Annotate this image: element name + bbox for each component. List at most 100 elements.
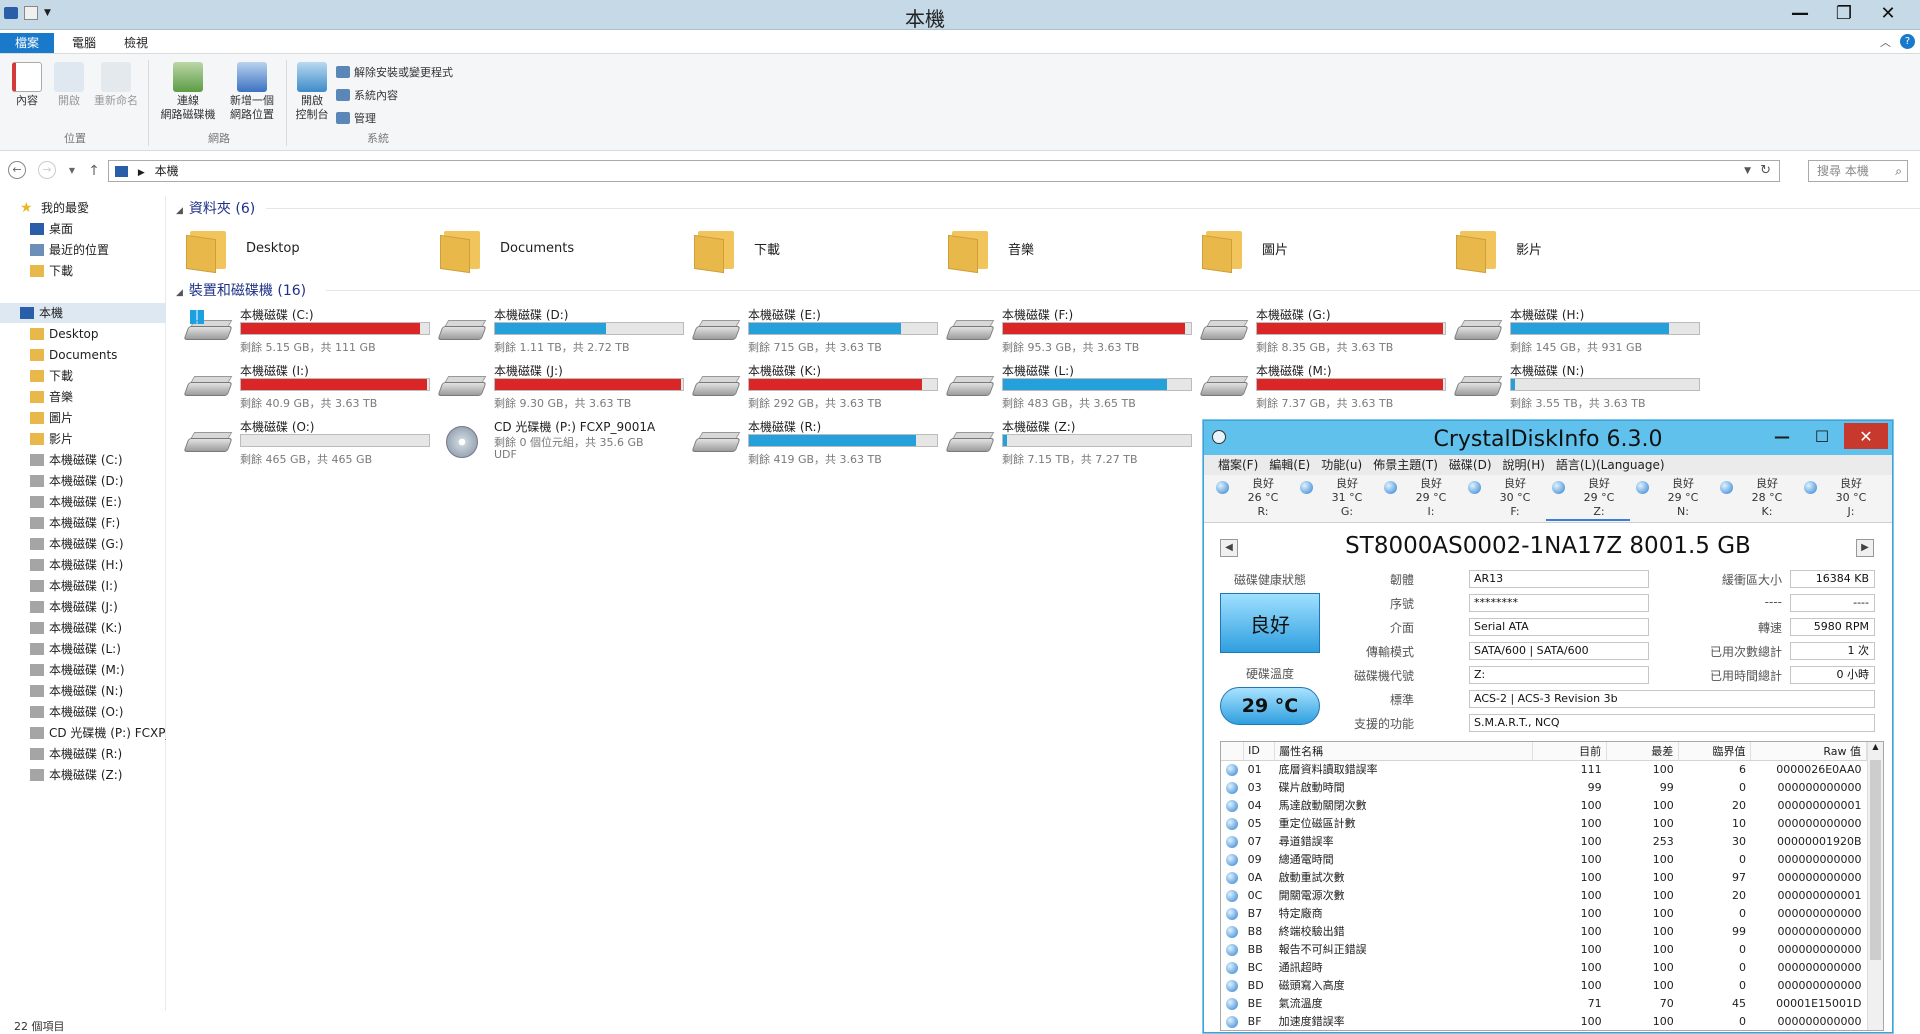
nav-pc-item[interactable]: 本機磁碟 (F:) xyxy=(0,513,166,533)
search-input[interactable]: 搜尋 本機 ⌕ xyxy=(1808,160,1908,182)
smart-scrollbar[interactable]: ▲ xyxy=(1867,742,1883,1030)
nav-pc-item[interactable]: 本機磁碟 (C:) xyxy=(0,450,166,470)
cdi-next-disk-button[interactable]: ▶ xyxy=(1856,539,1874,557)
drive-item[interactable]: 本機磁碟 (N:) 剩餘 3.55 TB，共 3.63 TB xyxy=(1453,362,1704,414)
cdi-disk-button[interactable]: 良好 26 °C R: xyxy=(1210,477,1294,521)
address-dropdown-icon[interactable]: ▼ xyxy=(1744,161,1751,181)
uninstall-programs-button[interactable]: 解除安裝或變更程式 xyxy=(336,64,453,80)
drive-item[interactable]: 本機磁碟 (I:) 剩餘 40.9 GB，共 3.63 TB xyxy=(183,362,434,414)
drive-item[interactable]: 本機磁碟 (J:) 剩餘 9.30 GB，共 3.63 TB xyxy=(437,362,688,414)
tab-computer[interactable]: 電腦 xyxy=(60,33,108,53)
smart-col-threshold[interactable]: 臨界值 xyxy=(1678,742,1752,761)
scrollbar-thumb[interactable] xyxy=(1870,760,1881,960)
cdi-disk-button[interactable]: 良好 30 °C F: xyxy=(1462,477,1546,521)
smart-row[interactable]: BC 通訊超時 100 100 0 000000000000 xyxy=(1221,958,1867,976)
smart-row[interactable]: B7 特定廠商 100 100 0 000000000000 xyxy=(1221,904,1867,922)
folder-item[interactable]: Documents xyxy=(440,220,690,276)
smart-row[interactable]: BB 報告不可糾正錯誤 100 100 0 000000000000 xyxy=(1221,940,1867,958)
smart-row[interactable]: 07 尋道錯誤率 100 253 30 00000001920B xyxy=(1221,832,1867,850)
refresh-icon[interactable]: ↻ xyxy=(1760,161,1771,181)
drive-item[interactable]: CD 光碟機 (P:) FCXP_9001A 剩餘 0 個位元組，共 35.6 G… xyxy=(438,418,688,470)
nav-pc-item[interactable]: 本機磁碟 (H:) xyxy=(0,555,166,575)
tab-view[interactable]: 檢視 xyxy=(112,33,160,53)
cdi-disk-button[interactable]: 良好 28 °C K: xyxy=(1714,477,1798,521)
rename-button[interactable]: 重新命名 xyxy=(90,62,142,108)
smart-row[interactable]: BD 磁頭寫入高度 100 100 0 000000000000 xyxy=(1221,976,1867,994)
smart-row[interactable]: B8 終端校驗出錯 100 100 99 000000000000 xyxy=(1221,922,1867,940)
smart-row[interactable]: BF 加速度錯誤率 100 100 0 000000000000 xyxy=(1221,1012,1867,1030)
cdi-menu-language[interactable]: 語言(L)(Language) xyxy=(1556,455,1665,475)
nav-pc-item[interactable]: 本機磁碟 (O:) xyxy=(0,702,166,722)
drive-item[interactable]: 本機磁碟 (F:) 剩餘 95.3 GB，共 3.63 TB xyxy=(945,306,1196,358)
nav-pc-item[interactable]: 影片 xyxy=(0,429,166,449)
cdi-menu-disk[interactable]: 磁碟(D) xyxy=(1449,455,1492,475)
folder-item[interactable]: 下載 xyxy=(694,220,944,276)
smart-attributes-table[interactable]: ID 屬性名稱 目前 最差 臨界值 Raw 值 01 底層資料讀取錯誤率 111 10… xyxy=(1220,741,1884,1031)
nav-pc-item[interactable]: 本機磁碟 (D:) xyxy=(0,471,166,491)
folder-item[interactable]: Desktop xyxy=(186,220,436,276)
nav-pc-item[interactable]: 本機磁碟 (Z:) xyxy=(0,765,166,785)
nav-pc-item[interactable]: 本機磁碟 (I:) xyxy=(0,576,166,596)
close-button[interactable]: ✕ xyxy=(1866,0,1910,26)
cdi-menu-edit[interactable]: 編輯(E) xyxy=(1269,455,1310,475)
smart-row[interactable]: 01 底層資料讀取錯誤率 111 100 6 0000026E0AA0 xyxy=(1221,760,1867,778)
smart-row[interactable]: 04 馬達啟動關閉次數 100 100 20 000000000001 xyxy=(1221,796,1867,814)
nav-pc-item[interactable]: Desktop xyxy=(0,324,166,344)
nav-pc-item[interactable]: 音樂 xyxy=(0,387,166,407)
scroll-up-icon[interactable]: ▲ xyxy=(1868,742,1883,751)
nav-pc-item[interactable]: 本機磁碟 (E:) xyxy=(0,492,166,512)
nav-favorites[interactable]: ★ 我的最愛 xyxy=(0,198,166,218)
drive-item[interactable]: 本機磁碟 (E:) 剩餘 715 GB，共 3.63 TB xyxy=(691,306,942,358)
breadcrumb-separator-icon[interactable]: ▶ xyxy=(138,168,145,178)
minimize-button[interactable]: — xyxy=(1778,0,1822,26)
nav-pc-item[interactable]: 本機磁碟 (G:) xyxy=(0,534,166,554)
map-network-drive-button[interactable]: 連線 網路磁碟機 xyxy=(156,62,220,122)
tab-file[interactable]: 檔案 xyxy=(0,33,54,53)
smart-col-raw[interactable]: Raw 值 xyxy=(1750,742,1867,761)
cdi-disk-button[interactable]: 良好 30 °C J: xyxy=(1798,477,1882,521)
cdi-minimize-button[interactable]: — xyxy=(1764,423,1800,449)
breadcrumb-this-pc[interactable]: 本機 xyxy=(155,164,179,178)
collapse-icon[interactable]: ◢ xyxy=(176,206,183,216)
folder-item[interactable]: 影片 xyxy=(1456,220,1706,276)
search-icon[interactable]: ⌕ xyxy=(1895,161,1902,181)
manage-button[interactable]: 管理 xyxy=(336,110,376,126)
cdi-disk-button[interactable]: 良好 29 °C Z: xyxy=(1546,477,1630,521)
nav-recent-places[interactable]: 最近的位置 xyxy=(0,240,166,260)
nav-pc-item[interactable]: 本機磁碟 (J:) xyxy=(0,597,166,617)
drive-item[interactable]: 本機磁碟 (L:) 剩餘 483 GB，共 3.65 TB xyxy=(945,362,1196,414)
recent-locations-chevron-icon[interactable]: ▼ xyxy=(62,161,82,181)
smart-col-name[interactable]: 屬性名稱 xyxy=(1274,742,1533,761)
temperature-button[interactable]: 29 °C xyxy=(1220,687,1320,725)
folders-group-header[interactable]: ◢ 資料夾 (6) xyxy=(176,198,1920,218)
folder-item[interactable]: 圖片 xyxy=(1202,220,1452,276)
control-panel-button[interactable]: 開啟 控制台 xyxy=(292,62,332,122)
smart-col-worst[interactable]: 最差 xyxy=(1606,742,1680,761)
nav-pc-item[interactable]: 本機磁碟 (N:) xyxy=(0,681,166,701)
system-properties-button[interactable]: 系統內容 xyxy=(336,87,398,103)
add-network-location-button[interactable]: 新增一個 網路位置 xyxy=(224,62,280,122)
cdi-menu-help[interactable]: 說明(H) xyxy=(1503,455,1545,475)
nav-pc-item[interactable]: 下載 xyxy=(0,366,166,386)
cdi-maximize-button[interactable]: ☐ xyxy=(1804,423,1840,449)
smart-row[interactable]: 0C 開關電源次數 100 100 20 000000000001 xyxy=(1221,886,1867,904)
nav-pc-item[interactable]: 圖片 xyxy=(0,408,166,428)
cdi-menu-function[interactable]: 功能(u) xyxy=(1321,455,1362,475)
forward-button[interactable]: → xyxy=(38,161,56,179)
smart-row[interactable]: 05 重定位磁區計數 100 100 10 000000000000 xyxy=(1221,814,1867,832)
drive-item[interactable]: 本機磁碟 (G:) 剩餘 8.35 GB，共 3.63 TB xyxy=(1199,306,1450,358)
back-button[interactable]: ← xyxy=(8,161,26,179)
properties-button[interactable]: 內容 xyxy=(10,62,44,108)
smart-col-current[interactable]: 目前 xyxy=(1532,742,1608,761)
cdi-disk-button[interactable]: 良好 29 °C N: xyxy=(1630,477,1714,521)
open-button[interactable]: 開啟 xyxy=(52,62,86,108)
drive-item[interactable]: 本機磁碟 (K:) 剩餘 292 GB，共 3.63 TB xyxy=(691,362,942,414)
drive-item[interactable]: 本機磁碟 (R:) 剩餘 419 GB，共 3.63 TB xyxy=(691,418,942,470)
drive-item[interactable]: 本機磁碟 (Z:) 剩餘 7.15 TB，共 7.27 TB xyxy=(945,418,1196,470)
drive-item[interactable]: 本機磁碟 (H:) 剩餘 145 GB，共 931 GB xyxy=(1453,306,1704,358)
cdi-disk-button[interactable]: 良好 31 °C G: xyxy=(1294,477,1378,521)
nav-this-pc[interactable]: 本機 xyxy=(0,303,166,323)
chevron-up-icon[interactable]: ︿ xyxy=(1880,34,1891,50)
drive-item[interactable]: 本機磁碟 (D:) 剩餘 1.11 TB，共 2.72 TB xyxy=(437,306,688,358)
smart-row[interactable]: 0A 啟動重試次數 100 100 97 000000000000 xyxy=(1221,868,1867,886)
